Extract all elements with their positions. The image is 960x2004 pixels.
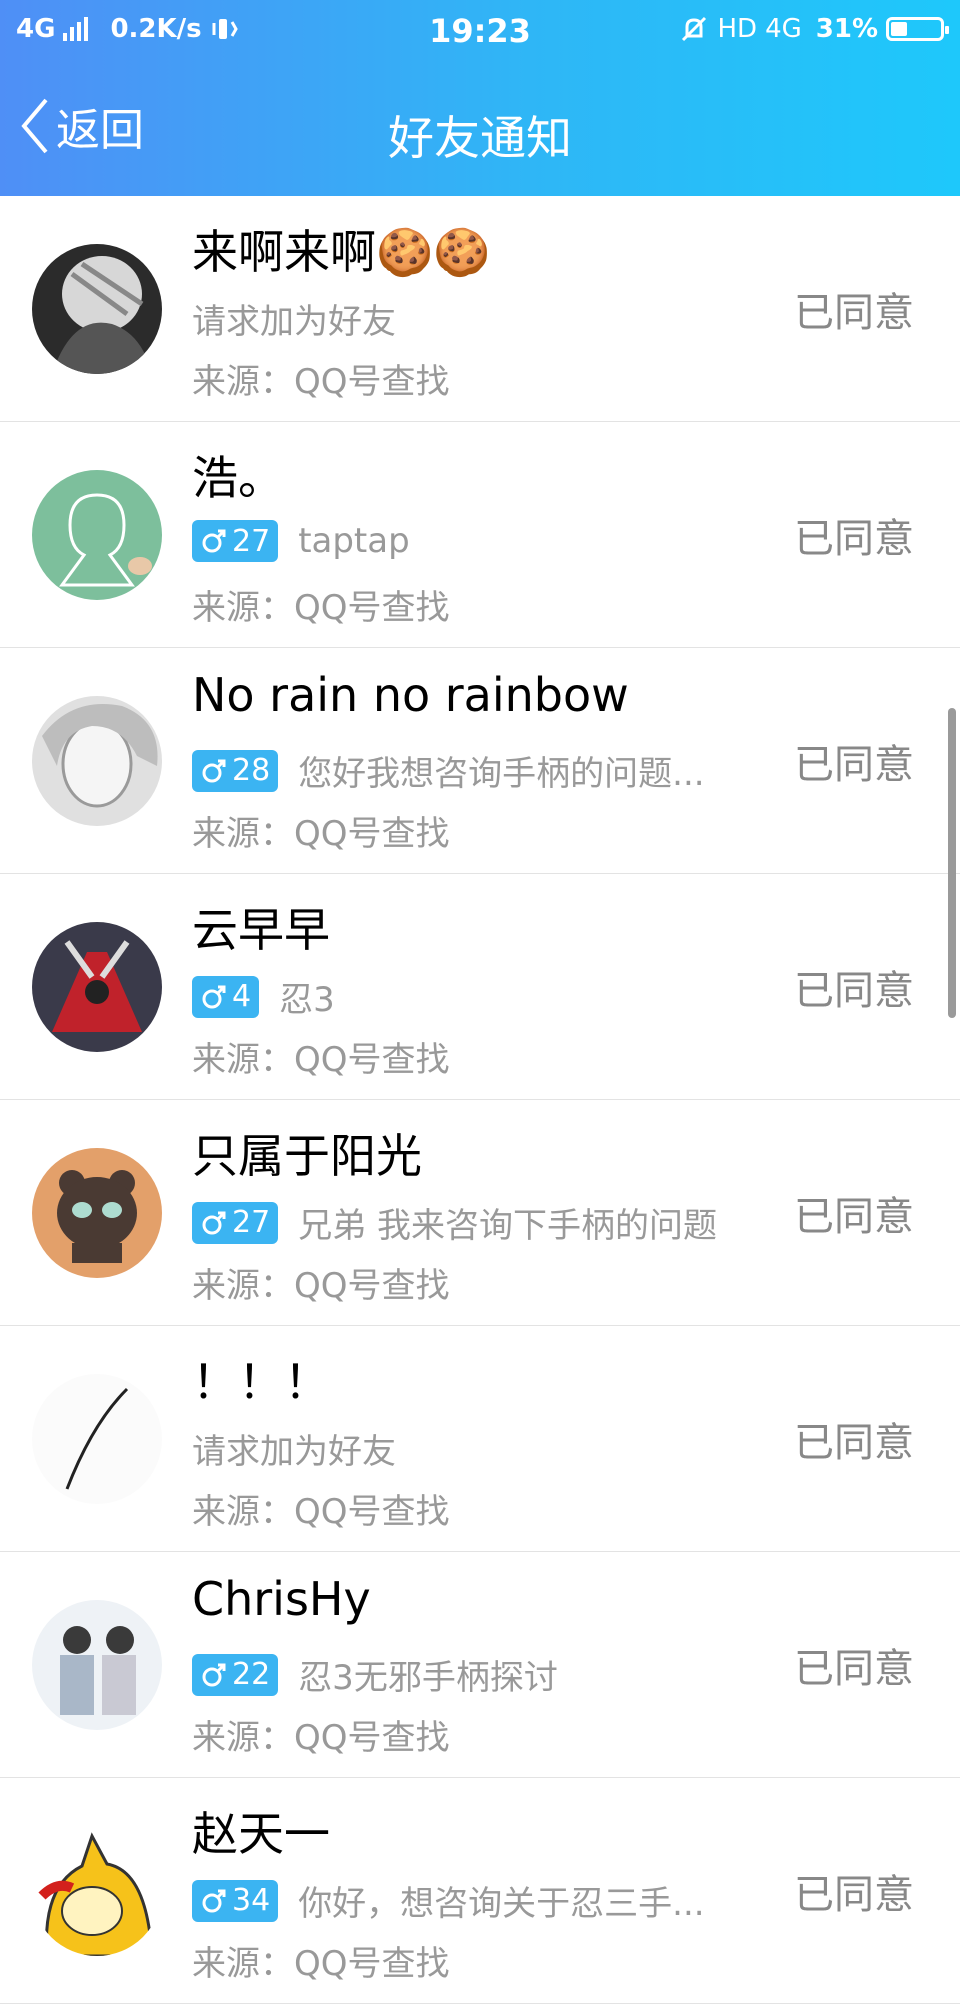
status-label: 已同意	[794, 742, 914, 788]
age-value: 4	[232, 979, 252, 1014]
list-item[interactable]: 只属于阳光 27 兄弟 我来咨询下手柄的问题 来源：QQ号查找 已同意	[0, 1100, 960, 1326]
request-message: 忍3	[279, 980, 335, 1020]
gender-age-badge: 22	[192, 1653, 279, 1696]
avatar	[32, 244, 162, 374]
scrollbar[interactable]	[948, 708, 956, 1018]
status-label: 已同意	[794, 1420, 914, 1466]
status-label: 已同意	[794, 1194, 914, 1240]
friend-name: 赵天一	[192, 1807, 330, 1861]
list-item[interactable]: ChrisHy 22 忍3无邪手柄探讨 来源：QQ号查找 已同意	[0, 1552, 960, 1778]
friend-name: 只属于阳光	[192, 1129, 422, 1183]
friend-name: 来啊来啊🍪🍪	[192, 225, 491, 279]
request-message-row: 请求加为好友	[192, 1424, 396, 1473]
notification-list: 来啊来啊🍪🍪 请求加为好友 来源：QQ号查找 已同意 浩。 27 taptap	[0, 196, 960, 2004]
list-item[interactable]: 赵天一 34 你好，想咨询关于忍三手... 来源：QQ号查找 已同意	[0, 1778, 960, 2004]
status-label: 已同意	[794, 968, 914, 1014]
request-source: 来源：QQ号查找	[192, 1266, 450, 1306]
request-message: taptap	[298, 521, 410, 561]
request-source: 来源：QQ号查找	[192, 1040, 450, 1080]
male-icon	[202, 1663, 226, 1686]
request-source: 来源：QQ号查找	[192, 1718, 450, 1758]
avatar	[32, 470, 162, 600]
status-label: 已同意	[794, 290, 914, 336]
request-message: 兄弟 我来咨询下手柄的问题	[298, 1206, 717, 1246]
network-type-2: 4G	[765, 14, 802, 44]
request-source: 来源：QQ号查找	[192, 1492, 450, 1532]
gender-age-badge: 34	[192, 1879, 279, 1922]
age-value: 22	[232, 1657, 271, 1692]
age-value: 27	[232, 1205, 271, 1240]
male-icon	[202, 1211, 226, 1234]
top-bar: 4G 0.2K/s 19:23 HD 4G 31% 返回 好友通知	[0, 0, 960, 196]
request-message: 请求加为好友	[192, 302, 396, 342]
list-item[interactable]: No rain no rainbow 28 您好我想咨询手柄的问题... 来源：…	[0, 648, 960, 874]
status-label: 已同意	[794, 1872, 914, 1918]
request-source: 来源：QQ号查找	[192, 362, 450, 402]
age-value: 28	[232, 753, 271, 788]
friend-name: ChrisHy	[192, 1572, 371, 1626]
hd-label: HD	[717, 14, 758, 44]
age-value: 27	[232, 523, 271, 559]
list-item[interactable]: ！！！ 请求加为好友 来源：QQ号查找 已同意	[0, 1326, 960, 1552]
request-source: 来源：QQ号查找	[192, 1944, 450, 1984]
request-message-row: 27 兄弟 我来咨询下手柄的问题	[192, 1198, 717, 1247]
battery-percent: 31%	[815, 14, 878, 44]
status-bar: 4G 0.2K/s 19:23 HD 4G 31%	[0, 0, 960, 64]
request-message-row: 请求加为好友	[192, 294, 396, 343]
avatar	[32, 696, 162, 826]
male-icon	[202, 1889, 226, 1912]
request-message-row: 34 你好，想咨询关于忍三手...	[192, 1876, 705, 1925]
gender-age-badge: 28	[192, 749, 279, 792]
request-source: 来源：QQ号查找	[192, 814, 450, 854]
gender-age-badge: 27	[192, 520, 279, 562]
request-source: 来源：QQ号查找	[192, 588, 450, 628]
request-message-row: 27 taptap	[192, 520, 410, 562]
male-icon	[202, 985, 226, 1008]
request-message-row: 28 您好我想咨询手柄的问题...	[192, 746, 705, 795]
request-message: 请求加为好友	[192, 1432, 396, 1472]
male-icon	[202, 529, 226, 553]
friend-name: 云早早	[192, 903, 330, 957]
avatar	[32, 1148, 162, 1278]
friend-name: 浩。	[192, 451, 284, 505]
friend-name: ！！！	[192, 1355, 330, 1409]
request-message: 您好我想咨询手柄的问题...	[298, 754, 705, 794]
request-message: 忍3无邪手柄探讨	[298, 1658, 558, 1698]
gender-age-badge: 27	[192, 1201, 279, 1244]
alarm-off-icon	[682, 16, 707, 42]
navigation-bar: 返回 好友通知	[0, 64, 960, 196]
list-item[interactable]: 云早早 4 忍3 来源：QQ号查找 已同意	[0, 874, 960, 1100]
list-item[interactable]: 来啊来啊🍪🍪 请求加为好友 来源：QQ号查找 已同意	[0, 196, 960, 422]
avatar	[32, 1826, 162, 1956]
male-icon	[202, 759, 226, 782]
status-label: 已同意	[794, 516, 914, 562]
gender-age-badge: 4	[192, 975, 260, 1018]
list-item[interactable]: 浩。 27 taptap 来源：QQ号查找 已同意	[0, 422, 960, 648]
page-title: 好友通知	[388, 111, 572, 165]
request-message-row: 4 忍3	[192, 972, 335, 1021]
friend-name: No rain no rainbow	[192, 668, 629, 722]
request-message-row: 22 忍3无邪手柄探讨	[192, 1650, 558, 1699]
avatar	[32, 1374, 162, 1504]
status-label: 已同意	[794, 1646, 914, 1692]
status-right: HD 4G 31%	[679, 14, 949, 44]
avatar	[32, 922, 162, 1052]
battery-icon	[886, 17, 949, 41]
avatar	[32, 1600, 162, 1730]
request-message: 你好，想咨询关于忍三手...	[298, 1884, 705, 1924]
age-value: 34	[232, 1883, 271, 1918]
